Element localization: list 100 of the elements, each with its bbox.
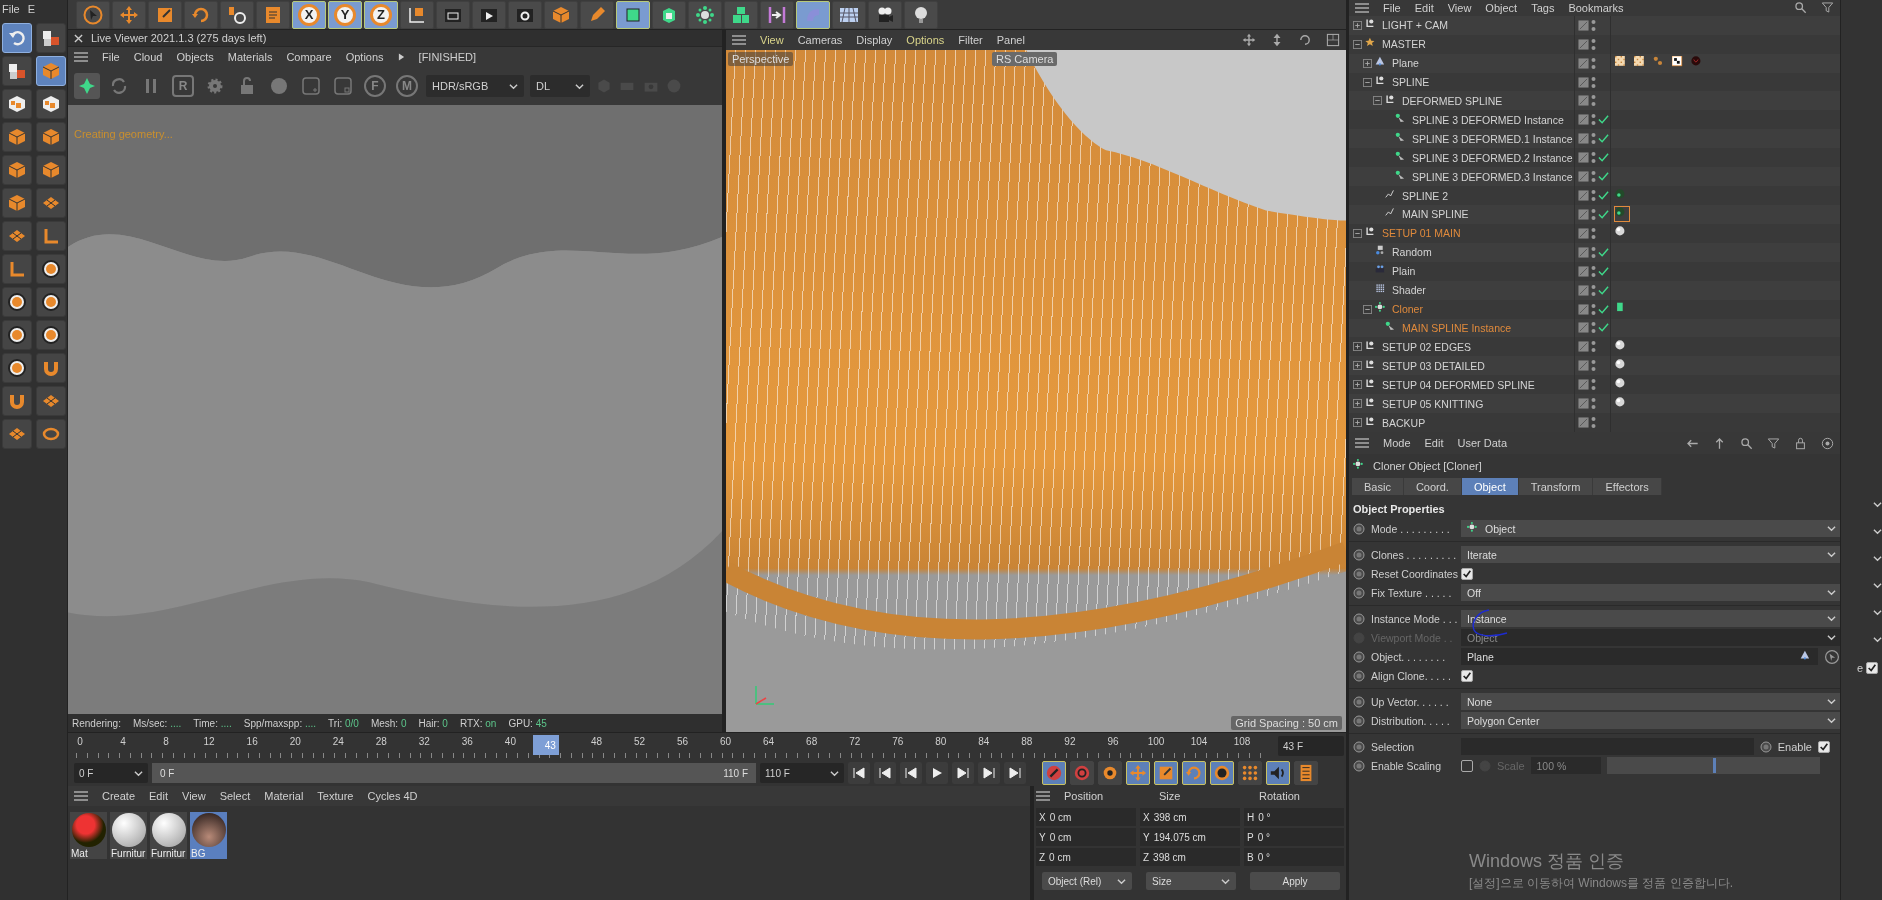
current-frame-field[interactable]: 43 F [1278, 736, 1344, 756]
column-header: Size [1159, 790, 1182, 802]
menu-item[interactable]: Object [1485, 1, 1518, 14]
render-stat: GPU: 45 [508, 717, 547, 729]
start-frame-field[interactable]: 0 F [74, 763, 148, 783]
param-label: Selection [1371, 740, 1416, 753]
material-name: Furnitur [150, 848, 186, 859]
rotation-field[interactable]: B 0 ° [1244, 848, 1344, 866]
end-frame-field[interactable]: 110 F [760, 763, 844, 783]
menu-item[interactable]: Filter [958, 34, 983, 46]
menu-item[interactable]: File [102, 51, 120, 63]
dropdown[interactable]: None [1461, 693, 1840, 710]
material-name: Mat [70, 848, 88, 859]
menu-item[interactable]: Cameras [797, 34, 843, 46]
position-field[interactable]: Z 0 cm [1036, 848, 1136, 866]
dropdown[interactable]: Iterate [1461, 546, 1840, 563]
menu-item[interactable]: Cycles 4D [367, 790, 418, 802]
link-field[interactable]: Plane [1461, 648, 1818, 665]
menu-item[interactable]: Panel [996, 34, 1025, 46]
position-field[interactable]: Y 0 cm [1036, 828, 1136, 846]
material-thumbnail[interactable]: Furnitur [150, 812, 187, 859]
dropdown[interactable]: Object [1461, 520, 1840, 537]
material-thumbnail[interactable]: Mat [70, 812, 107, 859]
object-row[interactable]: BACKUP [1349, 413, 1840, 432]
menu-item[interactable]: User Data [1457, 437, 1508, 449]
menu-item[interactable]: Edit [149, 790, 168, 802]
frame-tick: 48 [590, 736, 603, 747]
toolbar-button[interactable]: X [292, 0, 326, 29]
menu-item[interactable]: File [1383, 1, 1401, 14]
tab[interactable]: Object [1461, 478, 1519, 495]
render-stat: RTX: on [459, 717, 497, 729]
rotation-field[interactable]: P 0 ° [1244, 828, 1344, 846]
menu-item[interactable]: Create [102, 790, 136, 802]
menu-item[interactable]: Objects [176, 51, 214, 63]
tab[interactable]: Transform [1518, 478, 1594, 495]
object-row[interactable]: SPLINE 3 DEFORMED.3 Instance [1349, 167, 1840, 187]
menu-item[interactable]: File [2, 3, 20, 15]
menu-item[interactable]: Material [264, 790, 304, 802]
object-row[interactable]: SPLINE 2 [1349, 186, 1840, 205]
object-name: MAIN SPLINE [1402, 208, 1469, 221]
material-name: BG [190, 848, 206, 859]
menu-item[interactable]: Options [906, 34, 945, 46]
object-name: Plain [1392, 265, 1416, 278]
menu-item[interactable]: Edit [1424, 437, 1444, 449]
menu-item[interactable]: View [1447, 1, 1472, 14]
menu-item[interactable]: View [760, 34, 784, 46]
size-field[interactable]: Y 194.075 cm [1140, 828, 1240, 846]
menu-item[interactable]: Mode [1383, 437, 1411, 449]
render-stat: Mesh: 0 [370, 717, 407, 729]
status-message: Creating geometry... [73, 127, 174, 141]
object-name: MAIN SPLINE Instance [1402, 322, 1512, 334]
size-field[interactable]: Z 398 cm [1140, 848, 1240, 866]
object-row[interactable]: SPLINE 3 DEFORMED.1 Instance [1349, 129, 1840, 149]
apply-button[interactable]: Apply [1250, 872, 1340, 890]
object-row[interactable]: SPLINE 3 DEFORMED.2 Instance [1349, 148, 1840, 168]
menu-item[interactable]: Edit [1414, 1, 1434, 14]
rotation-field[interactable]: H 0 ° [1244, 808, 1344, 826]
menu-item[interactable]: Display [856, 34, 893, 46]
menu-item[interactable]: Texture [317, 790, 354, 802]
object-row[interactable]: SPLINE 3 DEFORMED Instance [1349, 110, 1840, 130]
menu-item[interactable]: Select [219, 790, 251, 802]
object-name: SETUP 05 KNITTING [1382, 397, 1484, 410]
object-row[interactable]: SETUP 03 DETAILED [1349, 356, 1840, 376]
menu-item[interactable]: Cloud [133, 51, 163, 63]
toolbar-button[interactable]: Z [364, 0, 398, 29]
material-thumbnail[interactable]: BG [190, 812, 227, 859]
object-row[interactable]: SETUP 05 KNITTING [1349, 394, 1840, 414]
menu-item[interactable]: E [27, 3, 36, 15]
menu-item[interactable]: Bookmarks [1568, 1, 1624, 14]
position-field[interactable]: X 0 cm [1036, 808, 1136, 826]
size-field[interactable]: X 398 cm [1140, 808, 1240, 826]
frame-tick: 84 [978, 736, 990, 747]
dropdown[interactable]: DL [530, 75, 590, 97]
menu-item[interactable]: View [182, 790, 206, 802]
object-row[interactable]: SETUP 02 EDGES [1349, 337, 1840, 357]
dropdown[interactable]: Polygon Center [1461, 712, 1840, 729]
tab[interactable]: Effectors [1593, 478, 1662, 495]
object-row[interactable]: DEFORMED SPLINE [1349, 91, 1840, 111]
menu-item[interactable]: Compare [286, 51, 332, 63]
frame-tick: 8 [163, 736, 169, 747]
axis-glyph: Z [370, 3, 392, 26]
scale-field[interactable]: 100 % [1530, 757, 1601, 774]
menu-item[interactable]: Materials [227, 51, 273, 63]
tab[interactable]: Coord. [1403, 478, 1462, 495]
object-row[interactable]: SETUP 04 DEFORMED SPLINE [1349, 375, 1840, 395]
tab[interactable]: Basic [1352, 478, 1404, 495]
dropdown[interactable]: HDR/sRGB [426, 75, 524, 97]
frame-range-slider[interactable]: 0 F 110 F [152, 763, 756, 783]
size-mode-dropdown[interactable]: Size [1146, 872, 1236, 890]
render-stat: Time: .... [193, 717, 232, 729]
toolbar-button[interactable]: Y [328, 0, 362, 29]
object-row[interactable]: MAIN SPLINE [1349, 205, 1840, 224]
menu-item[interactable]: Options [345, 51, 384, 63]
activation-notice-text: [설정]으로 이동하여 Windows를 정품 인증합니다. [1469, 875, 1734, 892]
menu-item[interactable]: Tags [1531, 1, 1555, 14]
material-thumbnail[interactable]: Furnitur [110, 812, 147, 859]
frame-tick: 52 [633, 736, 646, 747]
coordinate-mode-dropdown[interactable]: Object (Rel) [1042, 872, 1132, 890]
object-name: SETUP 03 DETAILED [1382, 359, 1485, 372]
dropdown[interactable]: Off [1461, 584, 1840, 601]
